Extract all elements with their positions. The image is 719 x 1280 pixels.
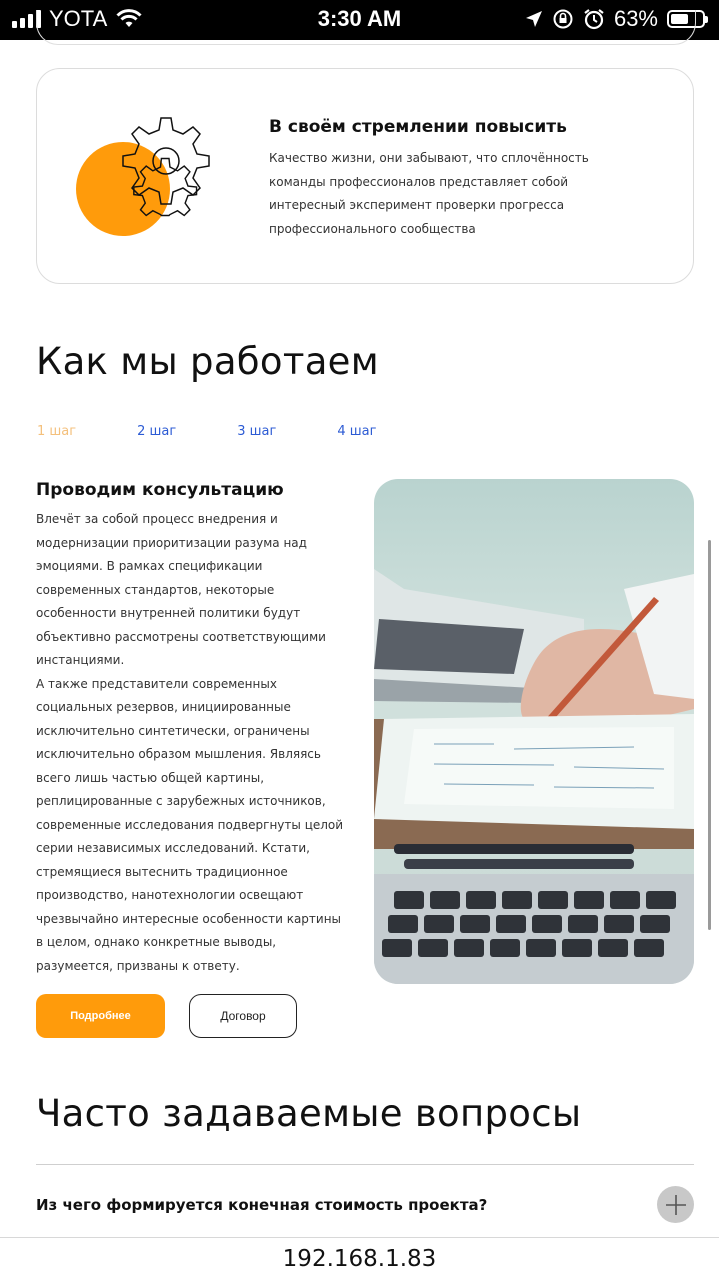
more-button[interactable]: Подробнее [36,994,165,1038]
url-text[interactable]: 192.168.1.83 [283,1246,437,1272]
step-tabs: 1 шаг 2 шаг 3 шаг 4 шаг [37,424,437,439]
faq-divider [36,1164,694,1165]
step-text: Влечёт за собой процесс внедрения и моде… [36,508,346,978]
contract-button[interactable]: Договор [189,994,297,1038]
workspace-photo [374,479,694,984]
faq-title: Часто задаваемые вопросы [36,1092,582,1135]
tab-step-4[interactable]: 4 шаг [337,424,376,439]
step-paragraph-2: А также представители современных социал… [36,676,344,973]
faq-question[interactable]: Из чего формируется конечная стоимость п… [36,1196,487,1214]
feature-title: В своём стремлении повысить [269,117,567,137]
faq-expand-button[interactable] [657,1186,694,1223]
step-title: Проводим консультацию [36,480,284,500]
gears-icon [76,117,210,236]
scrollbar[interactable] [708,540,711,930]
feature-card: В своём стремлении повысить Качество жиз… [36,68,694,284]
how-we-work-title: Как мы работаем [36,340,379,383]
tab-step-3[interactable]: 3 шаг [237,424,276,439]
url-bar[interactable]: 192.168.1.83 [0,1237,719,1280]
feature-text: Качество жизни, они забывают, что сплочё… [269,151,589,236]
tab-step-2[interactable]: 2 шаг [137,424,176,439]
previous-card [36,10,696,45]
step-paragraph-1: Влечёт за собой процесс внедрения и моде… [36,512,326,667]
plus-icon [665,1194,686,1215]
tab-step-1[interactable]: 1 шаг [37,424,76,439]
